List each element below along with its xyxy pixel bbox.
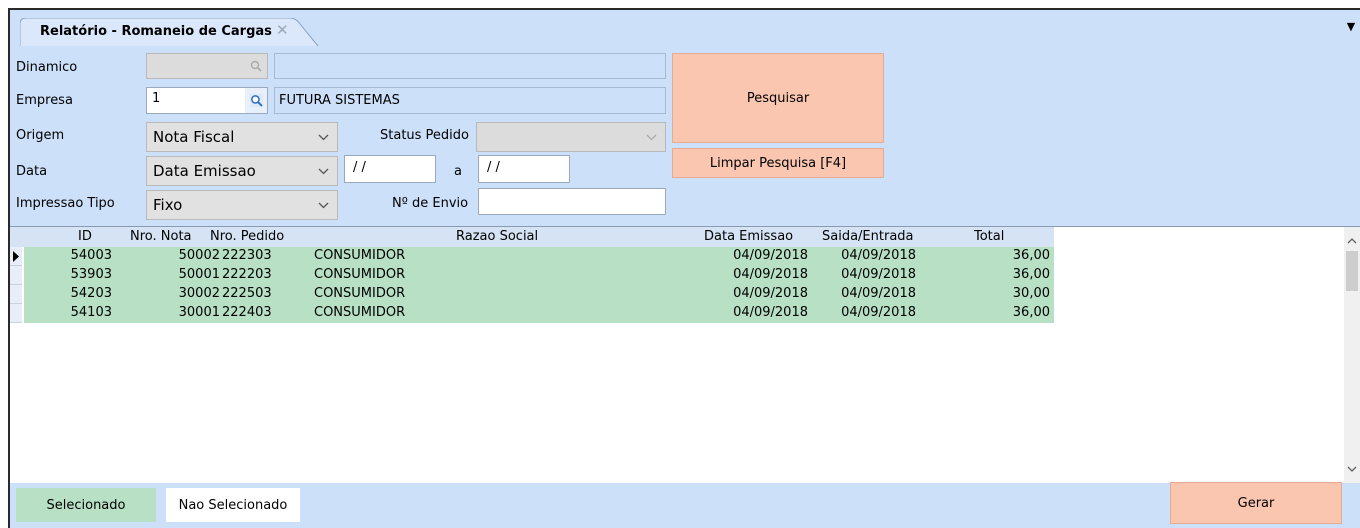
cell-saida: 04/09/2018 [841,305,916,320]
cell-nota: 30001 [178,305,220,320]
row-indicator [10,285,22,304]
cell-pedido: 222203 [222,267,272,282]
cell-pedido: 222503 [222,286,272,301]
cell-total: 36,00 [1012,248,1050,263]
row-indicator [10,266,22,285]
cell-id: 54103 [70,305,112,320]
row-cells: 54103 30001 222403 CONSUMIDOR 04/09/2018… [24,304,1054,323]
data-label: Data [16,164,48,179]
cell-total: 30,00 [1012,286,1050,301]
scroll-thumb [1346,251,1358,291]
row-cells: 54003 50002 222303 CONSUMIDOR 04/09/2018… [24,247,1054,266]
col-header-nro-nota[interactable]: Nro. Nota [130,229,192,244]
data-from-input[interactable]: / / [344,155,436,183]
vertical-scrollbar[interactable] [1344,227,1360,483]
tab-close-icon[interactable]: ✕ [276,21,289,39]
cell-nota: 50001 [178,267,220,282]
chevron-down-icon [318,195,329,219]
table-row[interactable]: 53903 50001 222203 CONSUMIDOR 04/09/2018… [10,266,1054,285]
cell-saida: 04/09/2018 [841,248,916,263]
cell-saida: 04/09/2018 [841,267,916,282]
col-header-total[interactable]: Total [974,229,1004,244]
cell-emissao: 04/09/2018 [733,286,808,301]
dinamico-search-icon[interactable] [245,54,267,78]
gerar-button[interactable]: Gerar [1170,482,1342,524]
legend-not-selected: Nao Selecionado [166,488,300,522]
data-type-select[interactable]: Data Emissao [146,156,338,186]
cell-nota: 30002 [178,286,220,301]
impressao-tipo-select[interactable]: Fixo [146,190,338,220]
col-header-data-emissao[interactable]: Data Emissao [704,229,793,244]
row-cells: 54203 30002 222503 CONSUMIDOR 04/09/2018… [24,285,1054,304]
table-row[interactable]: 54103 30001 222403 CONSUMIDOR 04/09/2018… [10,304,1054,323]
cell-id: 54203 [70,286,112,301]
empresa-description: FUTURA SISTEMAS [274,87,666,114]
cell-emissao: 04/09/2018 [733,248,808,263]
table-row[interactable]: 54003 50002 222303 CONSUMIDOR 04/09/2018… [10,247,1054,266]
empresa-label: Empresa [16,93,73,108]
data-to-input[interactable]: / / [478,155,570,183]
scroll-down-icon [1347,466,1357,472]
chevron-down-icon [318,161,329,185]
window-menu-dropdown-icon[interactable]: ▼ [1344,20,1358,34]
cell-total: 36,00 [1012,305,1050,320]
status-pedido-label: Status Pedido [380,128,470,143]
legend-selected: Selecionado [16,488,156,522]
table-row[interactable]: 54203 30002 222503 CONSUMIDOR 04/09/2018… [10,285,1054,304]
origem-value: Nota Fiscal [153,128,235,146]
row-indicator [10,247,22,266]
chevron-down-icon [646,127,657,151]
tab-title: Relatório - Romaneio de Cargas [40,24,272,39]
report-window: Relatório - Romaneio de Cargas ✕ ▼ Dinam… [8,8,1360,528]
data-range-separator: a [454,164,462,179]
cell-emissao: 04/09/2018 [733,267,808,282]
col-header-nro-pedido[interactable]: Nro. Pedido [210,229,284,244]
envio-label: Nº de Envio [392,196,469,211]
dinamico-description [274,53,666,79]
col-header-id[interactable]: ID [78,229,92,244]
results-grid[interactable]: ID Nro. Nota Nro. Pedido Razao Social Da… [10,226,1360,483]
limpar-pesquisa-button[interactable]: Limpar Pesquisa [F4] [672,148,884,178]
cell-emissao: 04/09/2018 [733,305,808,320]
scroll-up-icon [1347,238,1357,244]
pesquisar-button[interactable]: Pesquisar [672,53,884,143]
empresa-code-input[interactable]: 1 [146,87,268,114]
envio-input[interactable] [478,188,666,215]
empresa-code-value: 1 [152,91,161,106]
col-header-razao-social[interactable]: Razao Social [456,229,538,244]
tab-romaneio[interactable]: Relatório - Romaneio de Cargas ✕ [20,18,319,47]
chevron-down-icon [318,127,329,151]
cell-razao: CONSUMIDOR [314,286,406,301]
grid-header: ID Nro. Nota Nro. Pedido Razao Social Da… [10,227,1054,247]
dinamico-code-input[interactable] [146,53,268,79]
scrollbar-graphics [1346,238,1358,472]
current-row-arrow-icon [13,251,19,262]
cell-id: 53903 [70,267,112,282]
cell-saida: 04/09/2018 [841,286,916,301]
row-cells: 53903 50001 222203 CONSUMIDOR 04/09/2018… [24,266,1054,285]
dinamico-label: Dinamico [16,60,78,75]
impressao-tipo-value: Fixo [153,196,183,214]
cell-pedido: 222303 [222,248,272,263]
cell-razao: CONSUMIDOR [314,305,406,320]
cell-razao: CONSUMIDOR [314,248,406,263]
cell-pedido: 222403 [222,305,272,320]
origem-label: Origem [16,128,65,143]
data-type-value: Data Emissao [153,162,256,180]
cell-nota: 50002 [178,248,220,263]
empresa-search-icon[interactable] [245,88,267,113]
impressao-tipo-label: Impressao Tipo [16,196,115,211]
cell-total: 36,00 [1012,267,1050,282]
col-header-saida-entrada[interactable]: Saida/Entrada [822,229,914,244]
cell-id: 54003 [70,248,112,263]
row-indicator [10,304,22,323]
origem-select[interactable]: Nota Fiscal [146,122,338,152]
status-pedido-select[interactable] [476,122,666,152]
cell-razao: CONSUMIDOR [314,267,406,282]
